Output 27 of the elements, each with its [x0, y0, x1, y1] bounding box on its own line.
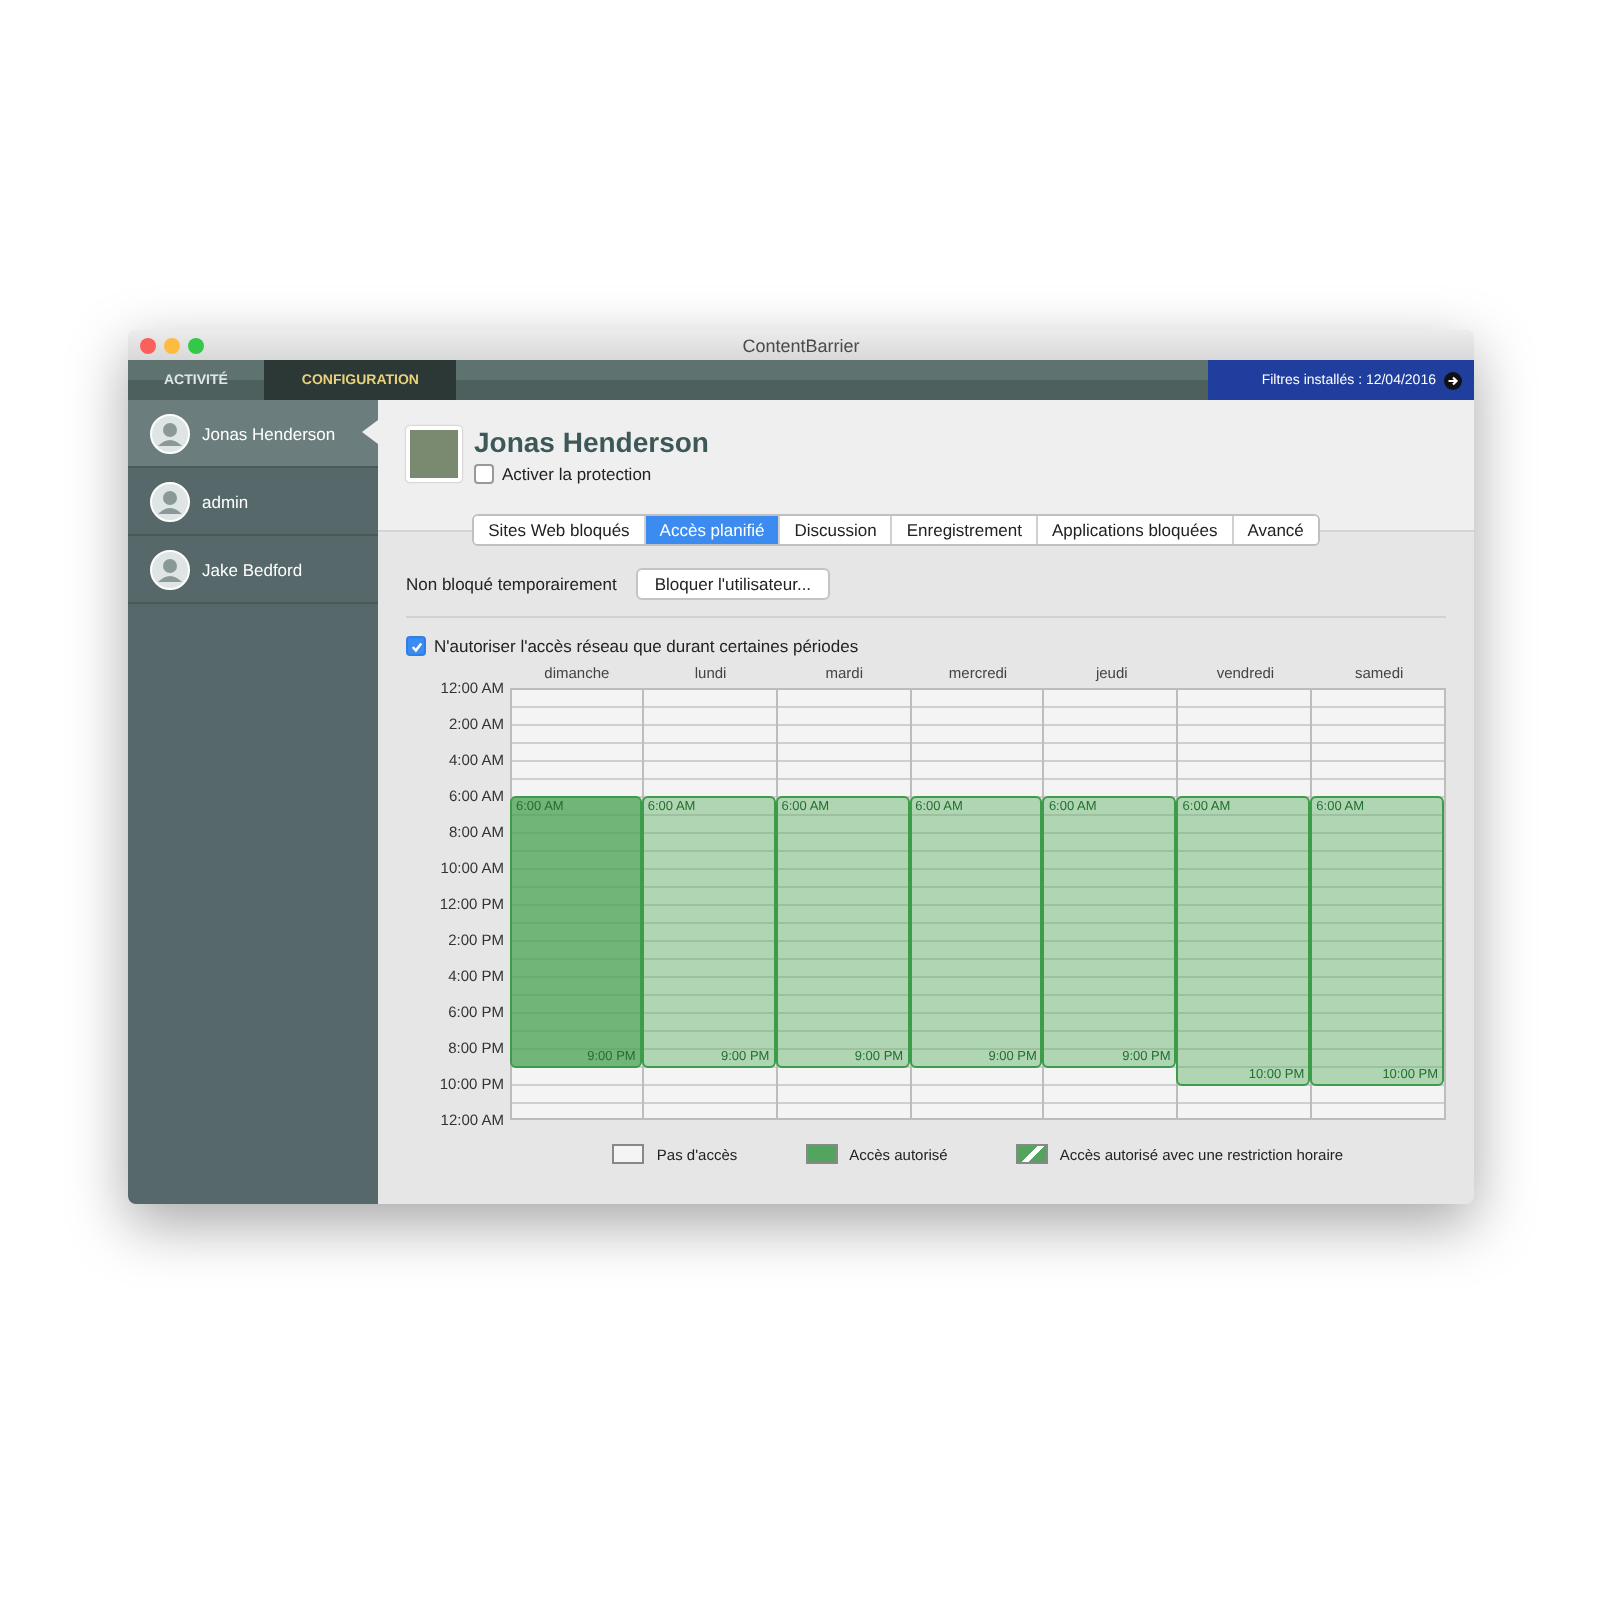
profile-name: Jonas Henderson	[474, 426, 709, 458]
user-name: Jonas Henderson	[202, 423, 336, 443]
tab[interactable]: Accès planifié	[643, 516, 779, 544]
photo-placeholder	[406, 426, 462, 482]
user-name: admin	[202, 491, 249, 511]
user-item[interactable]: Jonas Henderson	[128, 400, 378, 468]
zoom-icon[interactable]	[188, 337, 204, 353]
legend-swatch	[805, 1144, 838, 1164]
close-icon[interactable]	[140, 337, 156, 353]
avatar-icon	[150, 549, 190, 589]
user-item[interactable]: Jake Bedford	[128, 536, 378, 604]
protection-checkbox[interactable]	[474, 464, 494, 484]
tab[interactable]: Discussion	[778, 516, 891, 544]
avatar-icon	[150, 413, 190, 453]
checkbox-label: Activer la protection	[502, 464, 652, 484]
window-title: ContentBarrier	[742, 335, 860, 355]
tab[interactable]: Avancé	[1231, 516, 1318, 544]
legend-swatch	[1015, 1144, 1048, 1164]
schedule-checkbox[interactable]	[406, 636, 426, 656]
user-item[interactable]: admin	[128, 468, 378, 536]
checkbox-label: N'autoriser l'accès réseau que durant certaines périodes	[434, 636, 859, 656]
block-user-button[interactable]: Bloquer l'utilisateur...	[636, 568, 830, 600]
status-label: Non bloqué temporairement	[406, 574, 617, 594]
avatar-icon	[150, 481, 190, 521]
user-name: Jake Bedford	[202, 559, 303, 579]
legend-swatch	[612, 1144, 645, 1164]
arrow-right-icon[interactable]	[1444, 371, 1462, 389]
